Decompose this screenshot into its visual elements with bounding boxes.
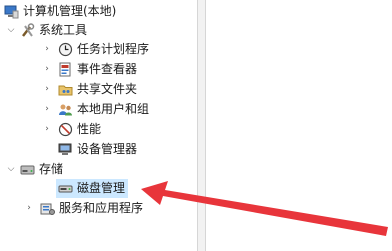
red-arrow-annotation xyxy=(141,181,388,236)
